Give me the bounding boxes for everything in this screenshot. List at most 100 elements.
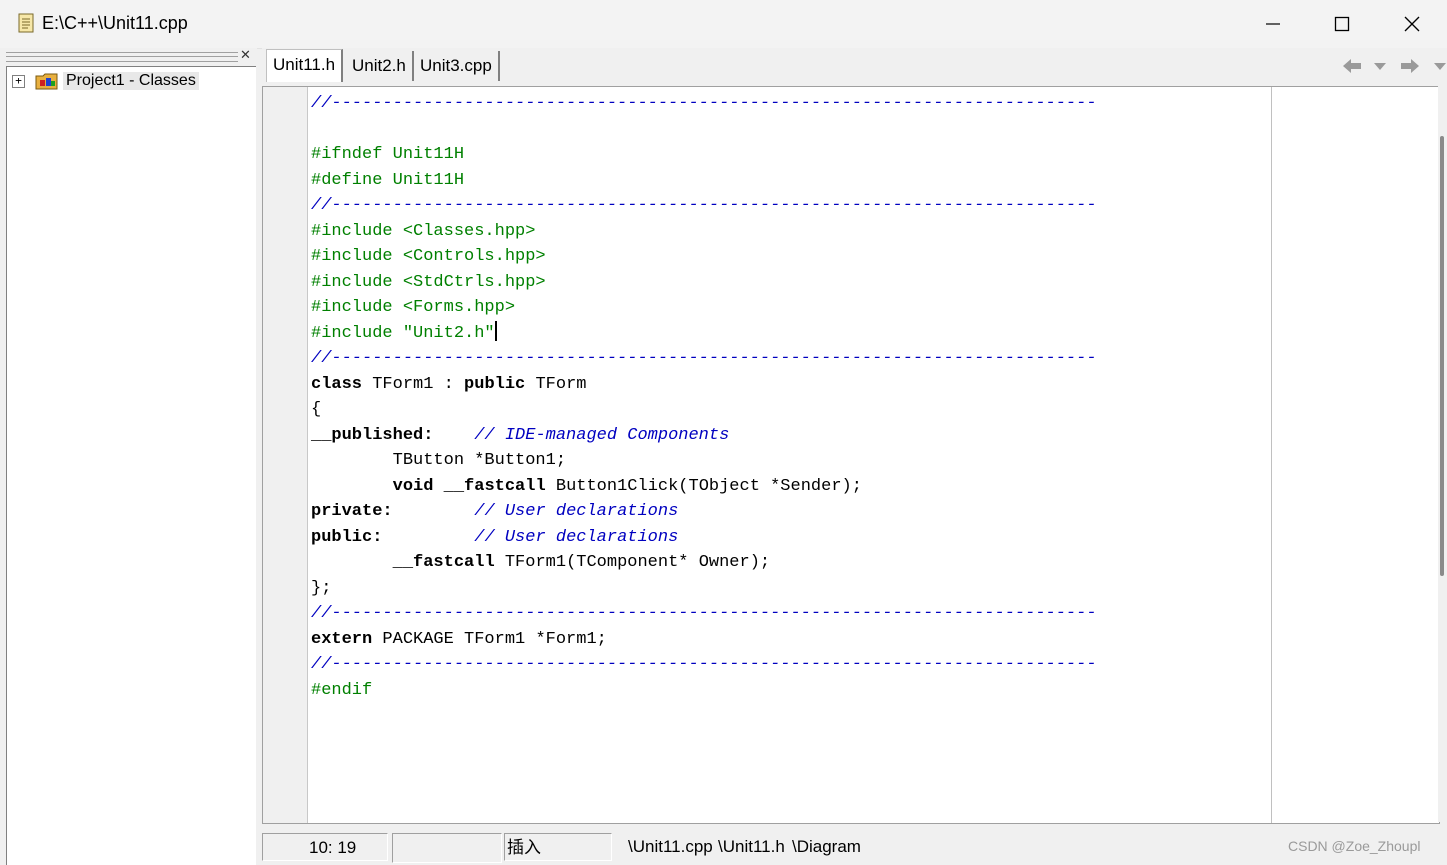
code-token: //--------------------------------------… [311,349,1097,368]
code-line[interactable]: #endif [311,678,1097,704]
code-line[interactable]: #include <Controls.hpp> [311,244,1097,270]
code-line[interactable]: #include "Unit2.h" [311,320,1097,347]
code-line[interactable]: #include <Forms.hpp> [311,295,1097,321]
code-token: //--------------------------------------… [311,655,1097,674]
code-token: TButton *Button1; [311,451,567,470]
code-token: #include "Unit2.h" [311,323,495,343]
code-token: // User declarations [474,527,679,547]
minimize-icon [1266,23,1280,25]
code-token: #include <Classes.hpp> [311,221,536,241]
code-token: TForm1 : [362,374,465,394]
forward-dropdown-icon[interactable] [1432,54,1447,78]
code-line[interactable]: //--------------------------------------… [311,652,1097,678]
code-line[interactable] [311,117,1097,143]
insert-mode: 插入 [504,833,612,861]
code-token: // IDE-managed Components [474,425,730,445]
code-line[interactable]: #include <StdCtrls.hpp> [311,270,1097,296]
panel-close-icon[interactable]: ✕ [240,48,251,63]
modified-indicator [392,833,502,863]
text-caret [494,320,497,341]
code-token: #include <StdCtrls.hpp> [311,272,546,292]
code-line[interactable]: void __fastcall Button1Click(TObject *Se… [311,474,1097,500]
code-editor[interactable]: //--------------------------------------… [262,86,1440,824]
cursor-position: 10: 19 [262,833,388,861]
code-token: public: [311,527,383,547]
code-token: __published: [311,425,434,445]
code-token: private: [311,502,393,521]
right-margin-line [1271,87,1272,823]
code-line[interactable]: //--------------------------------------… [311,91,1097,117]
scrollbar-thumb[interactable] [1440,136,1444,576]
code-line[interactable]: #include <Classes.hpp> [311,219,1097,245]
close-icon [1404,16,1420,32]
back-dropdown-icon[interactable] [1372,54,1388,78]
code-token: #include <Controls.hpp> [311,247,546,266]
vertical-scrollbar[interactable] [1438,86,1447,822]
code-line[interactable]: #ifndef Unit11H [311,142,1097,168]
status-bar: 10: 19 插入 \Unit11.cpp \Unit11.h \Diagram [262,830,1447,864]
code-line[interactable]: public: // User declarations [311,525,1097,551]
code-token: #include <Forms.hpp> [311,298,516,317]
code-line[interactable]: __published: // IDE-managed Components [311,423,1097,449]
bottom-tab-diagram[interactable]: \Diagram [792,833,861,861]
code-line[interactable]: //--------------------------------------… [311,601,1097,627]
tab-unit2-h[interactable]: Unit2.h [346,51,414,81]
code-token: TForm1(TComponent* Owner); [494,553,771,572]
code-token: __fastcall [392,553,495,572]
code-token: class [311,374,363,394]
code-token: __fastcall [443,476,546,496]
code-line[interactable]: //--------------------------------------… [311,346,1097,372]
tab-unit3-cpp[interactable]: Unit3.cpp [414,51,500,81]
maximize-button[interactable] [1307,0,1377,48]
watermark: CSDN @Zoe_Zhoupl [1288,838,1421,854]
code-line[interactable]: TButton *Button1; [311,448,1097,474]
editor-gutter[interactable] [263,87,308,823]
navigation-arrows [1340,54,1447,80]
code-token: TForm [525,374,587,394]
code-line[interactable]: extern PACKAGE TForm1 *Form1; [311,627,1097,653]
code-line[interactable]: }; [311,576,1097,602]
code-token: //--------------------------------------… [311,604,1097,623]
code-token: // User declarations [474,502,679,521]
maximize-icon [1334,16,1350,32]
tree-expand-icon[interactable]: + [12,75,25,88]
code-token: extern [311,629,373,649]
class-tree[interactable]: + Project1 - Classes [6,66,256,865]
class-explorer-panel: ✕ + Project1 - Classes [0,48,257,865]
code-line[interactable]: class TForm1 : public TForm [311,372,1097,398]
bottom-tab-unit11-cpp[interactable]: \Unit11.cpp [628,833,713,861]
code-token: //--------------------------------------… [311,196,1097,215]
code-token: #endif [311,680,373,700]
back-arrow-icon[interactable] [1340,54,1364,78]
code-line[interactable]: __fastcall TForm1(TComponent* Owner); [311,550,1097,576]
tab-unit11-h[interactable]: Unit11.h [266,49,344,82]
document-icon [18,13,34,33]
code-token: #define Unit11H [311,170,465,190]
close-button[interactable] [1377,0,1447,48]
title-bar: E:\C++\Unit11.cpp [0,0,1447,49]
code-token: void [392,476,434,496]
panel-grip[interactable] [6,52,238,62]
code-line[interactable]: #define Unit11H [311,168,1097,194]
code-token: { [311,400,322,419]
project-folder-icon [35,73,58,90]
code-text[interactable]: //--------------------------------------… [311,91,1097,703]
code-token: public [464,374,526,394]
bottom-tab-unit11-h[interactable]: \Unit11.h [718,833,785,861]
code-token: //--------------------------------------… [311,94,1097,113]
minimize-button[interactable] [1238,0,1308,48]
code-line[interactable]: private: // User declarations [311,499,1097,525]
code-token: PACKAGE TForm1 *Form1; [372,629,607,649]
code-line[interactable]: //--------------------------------------… [311,193,1097,219]
forward-arrow-icon[interactable] [1398,54,1422,78]
editor-tab-bar: Unit11.h Unit2.h Unit3.cpp [262,48,1447,86]
code-line[interactable]: { [311,397,1097,423]
code-token: }; [311,578,332,598]
tree-item-project[interactable]: Project1 - Classes [63,72,199,90]
